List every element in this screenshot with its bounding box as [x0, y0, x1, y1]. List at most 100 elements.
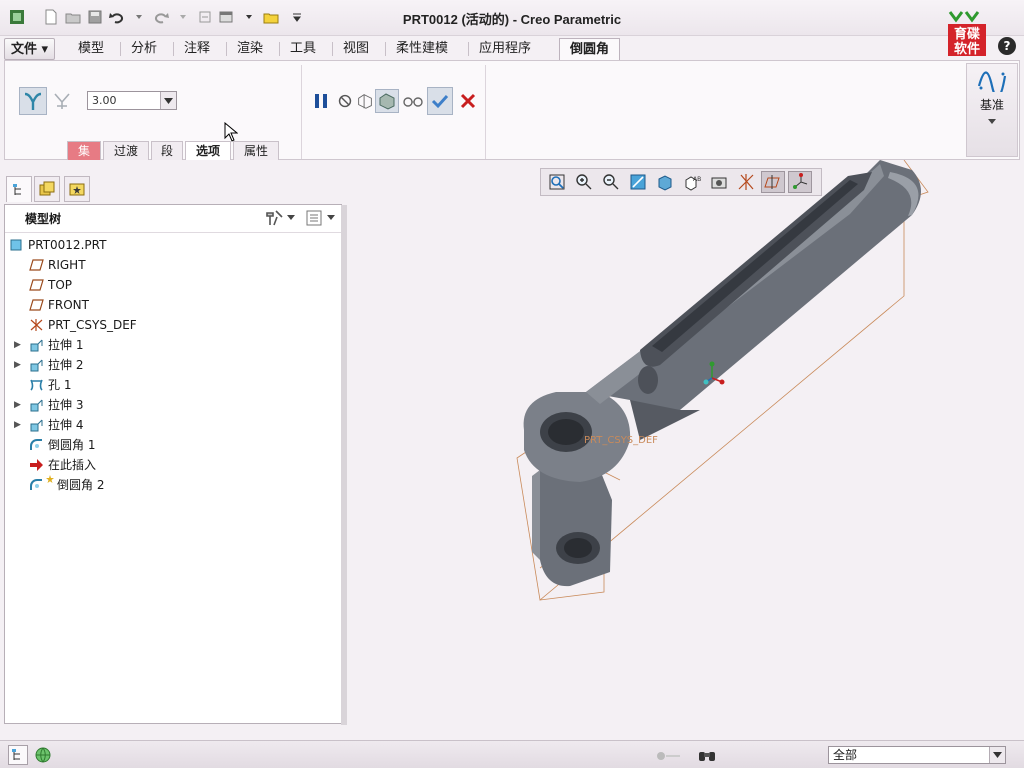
chevron-down-icon: [993, 752, 1002, 758]
model-tree-tab[interactable]: [6, 176, 32, 202]
constant-round-icon: [24, 92, 42, 110]
datum-curve-icon: [977, 71, 1007, 92]
tree-icon: [12, 749, 20, 760]
tree-item-part[interactable]: PRT0012.PRT: [5, 235, 341, 255]
pause-button[interactable]: [309, 89, 333, 113]
round-ribbon-panel: 3.00 集 过渡 段 选项 属性 基准: [4, 60, 1020, 160]
expand-arrow-icon[interactable]: ▶: [14, 335, 21, 355]
chevron-down-icon: [327, 215, 335, 220]
datum-plane-icon: [29, 299, 44, 311]
full-round-button[interactable]: [49, 87, 75, 115]
tab-round[interactable]: 倒圆角: [559, 38, 621, 61]
datum-button[interactable]: 基准: [966, 63, 1018, 157]
tree-item-front-plane[interactable]: FRONT: [5, 295, 341, 315]
radius-dropdown-button[interactable]: [160, 92, 176, 109]
insert-arrow-icon: [30, 459, 43, 471]
part-model: [523, 160, 921, 587]
tab-file[interactable]: 文件 ▾: [4, 38, 56, 60]
expand-arrow-icon[interactable]: ▶: [14, 415, 21, 435]
tree-item-extrude-3[interactable]: ▶ 拉伸 3: [5, 395, 341, 415]
glasses-icon: [403, 97, 423, 107]
full-round-icon: [54, 93, 70, 109]
title-bar: PRT0012 (活动的) - Creo Parametric 育碟 软件 ?: [0, 0, 1024, 57]
tab-flexible-modeling[interactable]: 柔性建模: [386, 38, 458, 60]
selection-filter-dropdown-button[interactable]: [989, 747, 1005, 763]
tree-item-insert-here[interactable]: 在此插入: [5, 455, 341, 475]
tab-applications[interactable]: 应用程序: [469, 38, 541, 60]
model-tree-header: 模型树: [5, 205, 341, 233]
toggle-browser-button[interactable]: [32, 745, 54, 765]
find-button[interactable]: [696, 745, 718, 765]
close-icon: [460, 93, 476, 109]
verify-mode-icon: [379, 93, 395, 110]
chevron-down-icon: [287, 215, 295, 220]
radius-value: 3.00: [92, 94, 117, 107]
part-icon: [10, 239, 22, 251]
verify-mode-button[interactable]: [375, 89, 399, 113]
window-title: PRT0012 (活动的) - Creo Parametric: [402, 12, 622, 27]
extrude-icon: [30, 359, 43, 372]
tree-tools: [265, 209, 335, 227]
cancel-button[interactable]: [455, 87, 481, 115]
csys-label: PRT_CSYS_DEF: [584, 435, 658, 446]
tree-item-csys[interactable]: PRT_CSYS_DEF: [5, 315, 341, 335]
new-feature-star-icon: [46, 475, 54, 483]
subtab-properties[interactable]: 属性: [233, 141, 279, 160]
checkmark-icon: [431, 94, 449, 109]
globe-icon: [35, 747, 51, 763]
list-icon: [306, 210, 322, 226]
datum-plane-icon: [29, 259, 44, 271]
folder-browser-tab[interactable]: [34, 176, 60, 202]
expand-arrow-icon[interactable]: ▶: [14, 395, 21, 415]
folder-browser-icon: [39, 181, 55, 196]
tree-item-extrude-4[interactable]: ▶ 拉伸 4: [5, 415, 341, 435]
tree-item-round-1[interactable]: 倒圆角 1: [5, 435, 341, 455]
tree-settings-button[interactable]: [265, 209, 295, 227]
progress-indicator: [656, 750, 682, 760]
graphics-viewport[interactable]: PRT_CSYS_DEF: [346, 160, 1024, 736]
subtab-pieces[interactable]: 段: [151, 141, 183, 160]
tree-show-button[interactable]: [305, 209, 335, 227]
csys-icon: [30, 319, 43, 331]
no-preview-icon: [338, 94, 352, 108]
tab-tools[interactable]: 工具: [280, 38, 326, 60]
constant-round-button[interactable]: [19, 87, 47, 115]
subtab-sets[interactable]: 集: [67, 141, 101, 160]
toggle-navigator-button[interactable]: [8, 745, 28, 765]
tab-view[interactable]: 视图: [333, 38, 379, 60]
preview-glasses-button[interactable]: [401, 89, 425, 113]
tab-render[interactable]: 渲染: [227, 38, 273, 60]
tools-icon: [266, 210, 283, 226]
hole-icon: [30, 379, 43, 391]
round-icon: [30, 439, 42, 450]
geometry-preview-button[interactable]: [355, 89, 375, 113]
chevron-down-icon: [164, 97, 173, 104]
tree-item-hole-1[interactable]: 孔 1: [5, 375, 341, 395]
tab-analysis[interactable]: 分析: [121, 38, 167, 60]
no-preview-button[interactable]: [335, 89, 355, 113]
extrude-icon: [30, 339, 43, 352]
group-separator: [301, 65, 302, 159]
tree-item-extrude-2[interactable]: ▶ 拉伸 2: [5, 355, 341, 375]
favorites-tab[interactable]: [64, 176, 90, 202]
tree-item-round-2[interactable]: 倒圆角 2: [5, 475, 341, 495]
geometry-preview-icon: [358, 94, 372, 109]
model-tree-panel: 模型树 PRT0012.PRT RIGHT TOP FRONT PRT_CSYS…: [4, 204, 347, 725]
tree-item-top-plane[interactable]: TOP: [5, 275, 341, 295]
ribbon-tab-bar: 文件 ▾ 模型 分析 注释 渲染 工具 视图 柔性建模 应用程序 倒圆角: [0, 38, 1024, 61]
extrude-icon: [30, 419, 43, 432]
tree-item-right-plane[interactable]: RIGHT: [5, 255, 341, 275]
tree-item-extrude-1[interactable]: ▶ 拉伸 1: [5, 335, 341, 355]
selection-filter-select[interactable]: 全部: [828, 746, 1006, 764]
datum-plane-icon: [29, 279, 44, 291]
expand-arrow-icon[interactable]: ▶: [14, 355, 21, 375]
tab-model[interactable]: 模型: [68, 38, 114, 60]
favorites-icon: [69, 183, 85, 196]
radius-input[interactable]: 3.00: [87, 91, 177, 110]
subtab-options[interactable]: 选项: [185, 141, 231, 160]
selection-filter-value: 全部: [833, 748, 858, 762]
confirm-button[interactable]: [427, 87, 453, 115]
tab-annotate[interactable]: 注释: [174, 38, 220, 60]
subtab-transition[interactable]: 过渡: [103, 141, 149, 160]
chevron-down-icon: [988, 119, 996, 124]
